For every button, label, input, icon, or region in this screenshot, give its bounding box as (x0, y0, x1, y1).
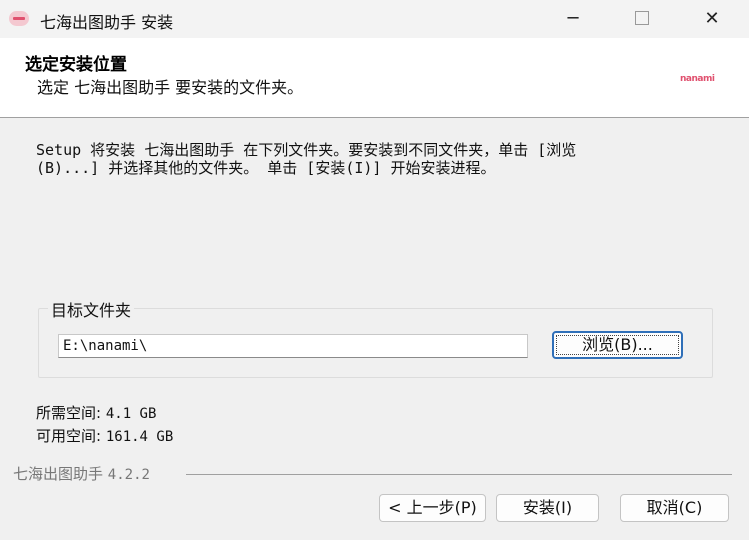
page-subtitle: 选定 七海出图助手 要安装的文件夹。 (37, 78, 304, 97)
space-available: 可用空间: 161.4 GB (36, 425, 173, 446)
back-button[interactable]: < 上一步(P) (379, 494, 486, 522)
close-icon: ✕ (704, 8, 720, 29)
space-available-value: 161.4 GB (105, 429, 174, 445)
page-header: 选定安装位置 选定 七海出图助手 要安装的文件夹。 nanami (0, 38, 749, 118)
footer-divider (186, 474, 732, 475)
space-required: 所需空间: 4.1 GB (36, 402, 156, 423)
install-button[interactable]: 安装(I) (496, 494, 599, 522)
brand-logo: nanami (680, 74, 715, 84)
destination-group-label: 目标文件夹 (48, 297, 135, 321)
maximize-button[interactable] (607, 0, 677, 38)
instructions-line-2: (B)...] 并选择其他的文件夹。 单击 [安装(I)] 开始安装进程。 (36, 159, 496, 177)
space-required-label: 所需空间: (36, 404, 102, 422)
cancel-button[interactable]: 取消(C) (620, 494, 729, 522)
space-available-label: 可用空间: (36, 427, 102, 445)
close-button[interactable]: ✕ (677, 0, 747, 38)
footer-brand-name: 七海出图助手 (13, 465, 104, 483)
minimize-icon: ─ (567, 8, 579, 29)
minimize-button[interactable]: ─ (538, 0, 608, 38)
app-icon (9, 11, 29, 26)
footer-version: 4.2.2 (107, 467, 150, 483)
browse-button[interactable]: 浏览(B)... (552, 331, 683, 359)
destination-path-input[interactable] (58, 334, 528, 358)
window-title: 七海出图助手 安装 (40, 13, 174, 32)
instructions-text: Setup 将安装 七海出图助手 在下列文件夹。要安装到不同文件夹，单击 [浏览… (36, 141, 706, 177)
title-bar: 七海出图助手 安装 ─ ✕ (0, 0, 749, 38)
footer-branding: 七海出图助手 4.2.2 (13, 463, 150, 484)
maximize-icon (635, 10, 649, 25)
space-required-value: 4.1 GB (105, 406, 157, 422)
instructions-line-1: Setup 将安装 七海出图助手 在下列文件夹。要安装到不同文件夹，单击 [浏览 (36, 141, 577, 159)
page-title: 选定安装位置 (25, 55, 127, 75)
